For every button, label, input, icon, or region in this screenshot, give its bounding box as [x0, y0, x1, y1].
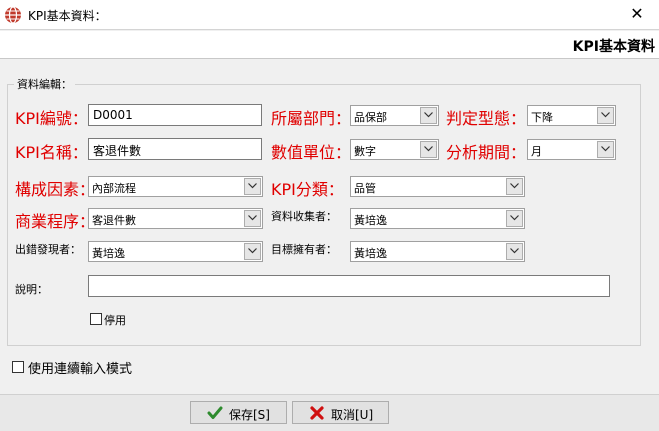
- business-process-label: 商業程序：: [15, 212, 96, 231]
- check-icon: [207, 406, 223, 419]
- chevron-down-icon[interactable]: [420, 141, 437, 158]
- error-finder-select[interactable]: 黃培逸: [88, 241, 263, 262]
- judge-type-value: 下降: [531, 111, 553, 124]
- save-button[interactable]: 保存[S]: [190, 401, 287, 424]
- window-title: KPI基本資料：: [28, 9, 107, 23]
- continuous-mode-label: 使用連續輸入模式: [28, 362, 133, 377]
- chevron-down-icon[interactable]: [597, 141, 614, 158]
- description-input[interactable]: [88, 275, 610, 297]
- close-button[interactable]: ✕: [615, 0, 659, 30]
- business-process-select[interactable]: 客退件數: [88, 208, 263, 229]
- close-icon: ✕: [630, 4, 644, 23]
- page-title: KPI基本資料: [572, 39, 655, 55]
- description-label: 說明：: [15, 283, 48, 296]
- kpi-category-value: 品管: [354, 182, 376, 195]
- error-finder-value: 黃培逸: [92, 247, 125, 260]
- kpi-name-label: KPI名稱：: [15, 143, 88, 162]
- disable-checkbox[interactable]: [90, 313, 102, 325]
- title-bar: KPI基本資料： ✕: [0, 0, 659, 30]
- app-globe-icon: [5, 6, 21, 24]
- save-button-label: 保存[S]: [229, 408, 270, 422]
- target-owner-select[interactable]: 黃培逸: [350, 241, 525, 262]
- disable-label: 停用: [104, 314, 126, 327]
- department-value: 品保部: [354, 111, 387, 124]
- error-finder-label: 出錯發現者：: [15, 243, 81, 256]
- header-band: KPI基本資料: [0, 31, 659, 59]
- factor-label: 構成因素：: [15, 180, 96, 199]
- kpi-name-input[interactable]: 客退件數: [88, 138, 262, 160]
- chevron-down-icon[interactable]: [506, 210, 523, 227]
- value-unit-label: 數值單位：: [271, 143, 352, 162]
- value-unit-value: 數字: [354, 145, 376, 158]
- kpi-code-label: KPI編號：: [15, 109, 88, 128]
- kpi-category-label: KPI分類：: [271, 180, 344, 199]
- analysis-period-label: 分析期間：: [446, 143, 527, 162]
- group-title: 資料編輯：: [14, 76, 75, 92]
- chevron-down-icon[interactable]: [506, 243, 523, 260]
- cancel-button-label: 取消[U]: [331, 408, 374, 422]
- department-label: 所屬部門：: [271, 109, 352, 128]
- factor-select[interactable]: 內部流程: [88, 176, 263, 197]
- cross-icon: [310, 406, 324, 420]
- chevron-down-icon[interactable]: [244, 178, 261, 195]
- target-owner-label: 目標擁有者：: [271, 243, 337, 256]
- business-process-value: 客退件數: [92, 214, 136, 227]
- data-collector-value: 黃培逸: [354, 214, 387, 227]
- data-collector-label: 資料收集者：: [271, 210, 337, 223]
- cancel-button[interactable]: 取消[U]: [292, 401, 389, 424]
- kpi-code-input[interactable]: D0001: [88, 104, 262, 126]
- kpi-category-select[interactable]: 品管: [350, 176, 525, 197]
- chevron-down-icon[interactable]: [420, 107, 437, 124]
- value-unit-select[interactable]: 數字: [350, 139, 439, 160]
- chevron-down-icon[interactable]: [597, 107, 614, 124]
- analysis-period-select[interactable]: 月: [527, 139, 616, 160]
- department-select[interactable]: 品保部: [350, 105, 439, 126]
- factor-value: 內部流程: [92, 182, 136, 195]
- judge-type-label: 判定型態：: [446, 109, 527, 128]
- chevron-down-icon[interactable]: [244, 210, 261, 227]
- judge-type-select[interactable]: 下降: [527, 105, 616, 126]
- chevron-down-icon[interactable]: [244, 243, 261, 260]
- chevron-down-icon[interactable]: [506, 178, 523, 195]
- target-owner-value: 黃培逸: [354, 247, 387, 260]
- data-collector-select[interactable]: 黃培逸: [350, 208, 525, 229]
- continuous-mode-checkbox[interactable]: [12, 361, 24, 373]
- analysis-period-value: 月: [531, 145, 542, 158]
